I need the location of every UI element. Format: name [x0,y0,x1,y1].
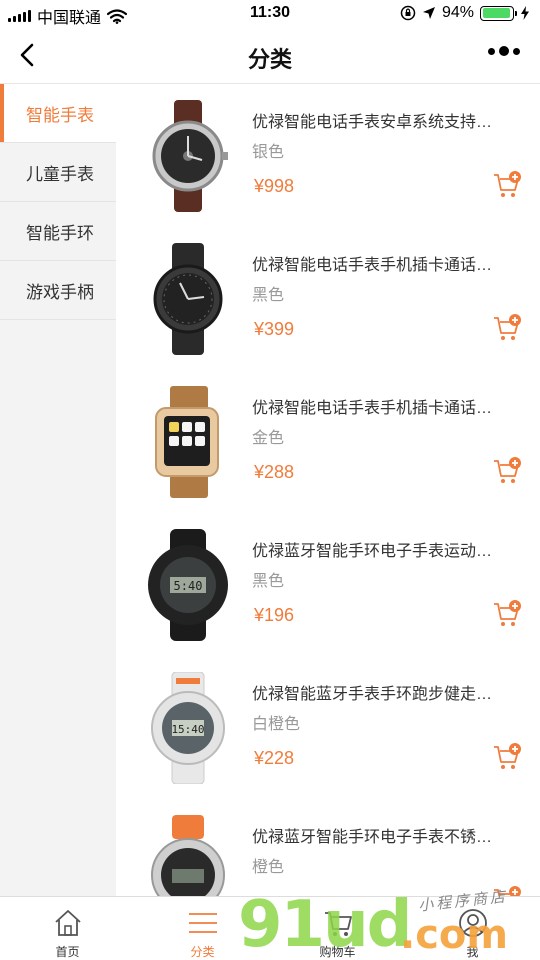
cart-icon [324,912,352,936]
product-image-silver-watch [152,100,228,212]
product-image-gold-watch [155,386,219,498]
tab-label: 首页 [55,945,80,959]
product-image-black-sport-watch: 5:40 [148,529,228,641]
sidebar-item-kids-watch[interactable]: 儿童手表 [0,143,116,202]
sidebar-item-label: 智能手表 [26,105,94,125]
home-icon [54,910,81,936]
product-title: 优禄智能电话手表手机插卡通话… [252,400,493,417]
more-menu-icon[interactable] [488,46,520,56]
battery-icon [480,5,517,21]
charging-icon [521,6,529,20]
tab-category[interactable]: 分类 [135,897,270,960]
page-title: 分类 [247,47,292,72]
product-variant: 金色 [252,430,285,447]
product-item[interactable]: 15:40 优禄智能蓝牙手表手环跑步健走… 白橙色 ¥228 [116,656,540,799]
status-bar: 中国联通 11:30 94% [0,0,540,28]
status-right: 94% [400,4,530,22]
add-to-cart-icon[interactable] [492,456,522,486]
product-image-orange-watch [151,815,225,896]
product-item[interactable]: 优禄智能电话手表安卓系统支持… 银色 ¥998 [116,84,540,227]
product-variant: 白橙色 [252,716,301,733]
product-price: ¥288 [254,462,295,482]
battery-level [482,8,510,18]
svg-text:15:40: 15:40 [171,723,204,736]
nav-bar: 分类 [0,28,540,84]
tab-label: 我 [466,945,479,959]
product-item[interactable]: 优禄智能电话手表手机插卡通话… 黑色 ¥399 [116,227,540,370]
sidebar-item-label: 游戏手柄 [26,282,94,302]
category-sidebar: 智能手表 儿童手表 智能手环 游戏手柄 [0,84,116,896]
battery-percent: 94% [441,4,474,21]
tab-cart[interactable]: 购物车 [270,897,405,960]
product-image-white-orange-watch: 15:40 [151,672,225,784]
add-to-cart-icon[interactable] [492,742,522,772]
product-title: 优禄智能电话手表手机插卡通话… [252,257,493,274]
sidebar-item-gamepad[interactable]: 游戏手柄 [0,261,116,320]
sidebar-item-label: 儿童手表 [26,164,94,184]
product-variant: 橙色 [252,859,285,876]
add-to-cart-icon[interactable] [492,313,522,343]
product-variant: 银色 [252,144,285,161]
product-variant: 黑色 [252,573,285,590]
product-image-black-watch [153,243,223,355]
add-to-cart-icon[interactable] [492,885,522,896]
tab-home[interactable]: 首页 [0,897,135,960]
product-item[interactable]: 5:40 优禄蓝牙智能手环电子手表运动… 黑色 ¥196 [116,513,540,656]
product-title: 优禄蓝牙智能手环电子手表运动… [252,543,493,560]
tab-bar: 首页 分类 购物车 我 [0,896,540,960]
product-price: ¥399 [254,319,295,339]
svg-text:5:40: 5:40 [174,579,203,593]
product-item[interactable]: 优禄智能电话手表手机插卡通话… 金色 ¥288 [116,370,540,513]
add-to-cart-icon[interactable] [492,170,522,200]
add-to-cart-icon[interactable] [492,599,522,629]
product-item[interactable]: 优禄蓝牙智能手环电子手表不锈… 橙色 [116,799,540,896]
sidebar-item-label: 智能手环 [26,223,94,243]
tab-label: 购物车 [319,945,356,959]
menu-icon [188,913,217,933]
product-price: ¥998 [254,176,295,196]
user-icon [458,909,487,937]
tab-me[interactable]: 我 [405,897,540,960]
product-price: ¥228 [254,748,295,768]
product-price: ¥196 [254,605,295,625]
product-list: 优禄智能电话手表安卓系统支持… 银色 ¥998 优禄智能电话手表手机插卡通话… … [116,84,540,896]
tab-label: 分类 [190,945,215,959]
location-icon [422,7,435,19]
product-title: 优禄智能蓝牙手表手环跑步健走… [252,686,493,703]
sidebar-item-smart-band[interactable]: 智能手环 [0,202,116,261]
product-variant: 黑色 [252,287,285,304]
product-title: 优禄蓝牙智能手环电子手表不锈… [252,829,493,846]
sidebar-item-smartwatch[interactable]: 智能手表 [0,84,116,143]
orientation-lock-icon [400,5,416,21]
product-title: 优禄智能电话手表安卓系统支持… [252,114,493,131]
